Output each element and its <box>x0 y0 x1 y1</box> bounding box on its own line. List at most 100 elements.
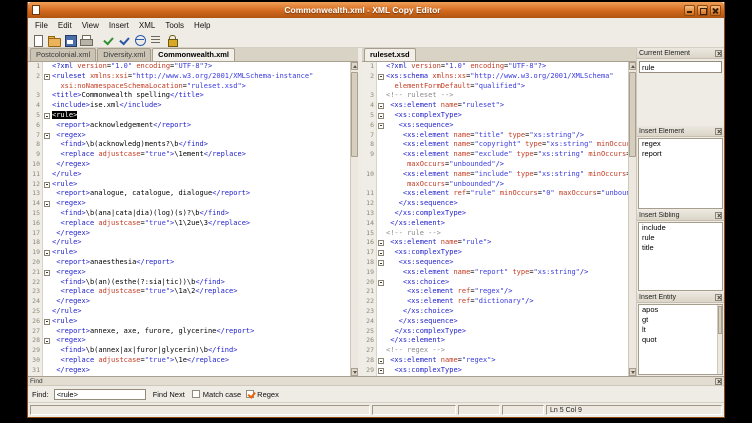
close-panel-button[interactable] <box>715 128 722 135</box>
editor-right[interactable]: 1<?xml version="1.0" encoding="UTF-8"?>2… <box>362 62 636 376</box>
code-line[interactable]: 15<!-- rule --> <box>362 229 628 239</box>
scrollbar-thumb[interactable] <box>351 72 358 157</box>
code-line[interactable]: 19 <xs:element name="report" type="xs:st… <box>362 268 628 278</box>
find-input[interactable] <box>54 389 146 400</box>
fold-toggle-icon[interactable] <box>44 74 50 80</box>
fold-toggle-icon[interactable] <box>44 270 50 276</box>
code-line[interactable]: 31 </regex> <box>28 366 350 376</box>
list-item-gt[interactable]: gt <box>639 315 722 325</box>
fold-toggle-icon[interactable] <box>378 103 384 109</box>
close-panel-button[interactable] <box>715 212 722 219</box>
list-item-regex[interactable]: regex <box>639 139 722 149</box>
check-wellformed-icon[interactable] <box>101 34 115 47</box>
code-line[interactable]: 17 </regex> <box>28 229 350 239</box>
fold-toggle-icon[interactable] <box>44 133 50 139</box>
fold-toggle-icon[interactable] <box>378 358 384 364</box>
code-line[interactable]: 12<rule> <box>28 180 350 190</box>
code-line[interactable]: 19<rule> <box>28 248 350 258</box>
code-line[interactable]: 17 <xs:complexType> <box>362 248 628 258</box>
list-item-title[interactable]: title <box>639 243 722 253</box>
vertical-scrollbar[interactable] <box>350 62 358 376</box>
code-line[interactable]: 26 </xs:element> <box>362 336 628 346</box>
menu-item-tools[interactable]: Tools <box>160 20 189 31</box>
code-line[interactable]: 12 </xs:sequence> <box>362 199 628 209</box>
code-line[interactable]: 25 </xs:complexType> <box>362 327 628 337</box>
close-find-pane-button[interactable] <box>715 378 722 385</box>
code-line[interactable]: 7 <regex> <box>28 131 350 141</box>
code-line[interactable]: 4 <xs:element name="ruleset"> <box>362 101 628 111</box>
browse-icon[interactable] <box>133 34 147 47</box>
code-line[interactable]: 18 <xs:sequence> <box>362 258 628 268</box>
scrollbar-thumb[interactable] <box>629 72 636 157</box>
menu-item-xml[interactable]: XML <box>134 20 160 31</box>
scrollbar-thumb[interactable] <box>718 306 722 334</box>
list-item-lt[interactable]: lt <box>639 325 722 335</box>
code-area[interactable]: 1<?xml version="1.0" encoding="UTF-8"?>2… <box>362 62 628 376</box>
code-line[interactable]: 21 <xs:element ref="regex"/> <box>362 287 628 297</box>
code-line[interactable]: 9 <xs:element name="exclude" type="xs:st… <box>362 150 628 160</box>
scroll-down-icon[interactable] <box>351 368 358 376</box>
code-line[interactable]: 3<title>Commonwealth spelling</title> <box>28 91 350 101</box>
match-case-checkbox[interactable]: Match case <box>192 390 241 399</box>
code-line[interactable]: 20 <report>anaesthesia</report> <box>28 258 350 268</box>
code-line[interactable]: 24 </xs:sequence> <box>362 317 628 327</box>
code-line[interactable]: 14 </xs:element> <box>362 219 628 229</box>
code-line[interactable]: 23 <replace adjustcase="true">\1a\2</rep… <box>28 287 350 297</box>
fold-toggle-icon[interactable] <box>44 338 50 344</box>
code-line[interactable]: 18</rule> <box>28 238 350 248</box>
code-line[interactable]: 20 <xs:choice> <box>362 278 628 288</box>
code-line[interactable]: 2<ruleset xmlns:xsi="http://www.w3.org/2… <box>28 72 350 82</box>
code-line[interactable]: 11</rule> <box>28 170 350 180</box>
vertical-scrollbar[interactable] <box>628 62 636 376</box>
scroll-up-icon[interactable] <box>351 62 358 70</box>
code-line[interactable]: 5 <xs:complexType> <box>362 111 628 121</box>
fold-toggle-icon[interactable] <box>378 280 384 286</box>
fold-toggle-icon[interactable] <box>378 368 384 374</box>
code-line[interactable]: 27 <report>annexe, axe, furore, glycerin… <box>28 327 350 337</box>
code-line[interactable]: 23 </xs:choice> <box>362 307 628 317</box>
vertical-scrollbar[interactable] <box>717 305 722 374</box>
find-next-button[interactable]: Find Next <box>151 390 187 399</box>
list-item-report[interactable]: report <box>639 149 722 159</box>
fold-toggle-icon[interactable] <box>44 201 50 207</box>
code-line[interactable]: 2<xs:schema xmlns:xs="http://www.w3.org/… <box>362 72 628 82</box>
tab-ruleset-xsd[interactable]: ruleset.xsd <box>364 48 416 61</box>
code-line[interactable]: 28 <regex> <box>28 336 350 346</box>
code-line[interactable]: 15 <find>\b(ana|cata|dia)(log)(s)?\b</fi… <box>28 209 350 219</box>
code-line[interactable]: 14 <regex> <box>28 199 350 209</box>
code-line[interactable]: 6 <xs:sequence> <box>362 121 628 131</box>
code-line[interactable]: 29 <find>\b(annex|ax|furor|glycerin)\b</… <box>28 346 350 356</box>
code-line[interactable]: 24 </regex> <box>28 297 350 307</box>
menu-item-view[interactable]: View <box>77 20 104 31</box>
code-line[interactable]: 7 <xs:element name="title" type="xs:stri… <box>362 131 628 141</box>
scroll-up-icon[interactable] <box>629 62 636 70</box>
code-line[interactable]: 10 <xs:element name="include" type="xs:s… <box>362 170 628 180</box>
menu-item-insert[interactable]: Insert <box>104 20 134 31</box>
code-line[interactable]: 28 <xs:element name="regex"> <box>362 356 628 366</box>
new-document-icon[interactable] <box>31 34 45 47</box>
code-line[interactable]: xsi:noNamespaceSchemaLocation="ruleset.x… <box>28 82 350 92</box>
fold-toggle-icon[interactable] <box>378 123 384 129</box>
code-line[interactable]: 21 <regex> <box>28 268 350 278</box>
code-line[interactable]: 1<?xml version="1.0" encoding="UTF-8"?> <box>362 62 628 72</box>
code-line[interactable]: 3<!-- ruleset --> <box>362 91 628 101</box>
code-line[interactable]: 9 <replace adjustcase="true">\1ement</re… <box>28 150 350 160</box>
code-line[interactable]: 16 <replace adjustcase="true">\1\2ue\3</… <box>28 219 350 229</box>
list-item-include[interactable]: include <box>639 223 722 233</box>
close-button[interactable] <box>710 5 721 16</box>
regex-checkbox[interactable]: Regex <box>246 390 279 399</box>
title-bar[interactable]: Commonwealth.xml - XML Copy Editor <box>28 2 724 18</box>
code-line[interactable]: 10 </regex> <box>28 160 350 170</box>
fold-toggle-icon[interactable] <box>44 250 50 256</box>
code-area[interactable]: 1<?xml version="1.0" encoding="UTF-8"?>2… <box>28 62 350 376</box>
code-line[interactable]: 6 <report>acknowledgement</report> <box>28 121 350 131</box>
validate-icon[interactable] <box>117 34 131 47</box>
code-line[interactable]: 25</rule> <box>28 307 350 317</box>
code-line[interactable]: 27<!-- regex --> <box>362 346 628 356</box>
editor-left[interactable]: 1<?xml version="1.0" encoding="UTF-8"?>2… <box>28 62 358 376</box>
fold-toggle-icon[interactable] <box>44 113 50 119</box>
code-line[interactable]: 1<?xml version="1.0" encoding="UTF-8"?> <box>28 62 350 72</box>
menu-item-file[interactable]: File <box>30 20 53 31</box>
code-line[interactable]: 22 <xs:element ref="dictionary"/> <box>362 297 628 307</box>
code-line[interactable]: 30 <replace adjustcase="true">\1e</repla… <box>28 356 350 366</box>
